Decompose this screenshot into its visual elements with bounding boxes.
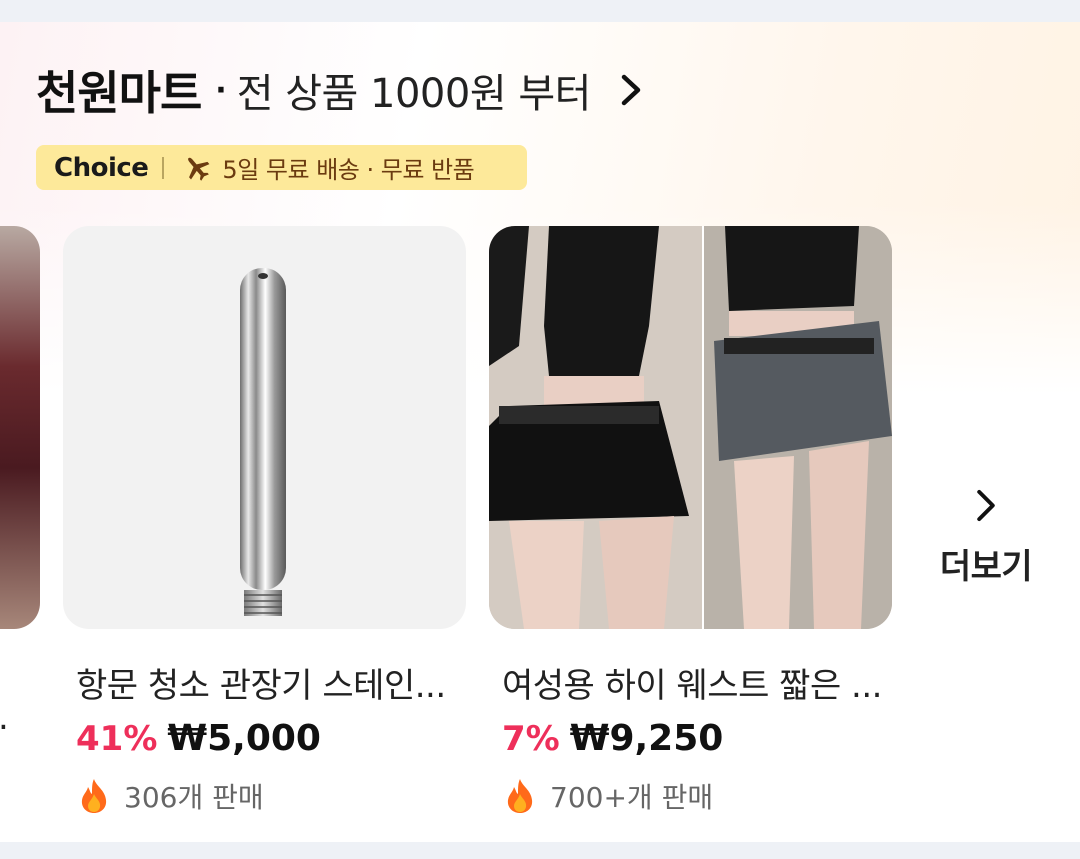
shipping-info-text: 5일 무료 배송 · 무료 반품 (222, 156, 475, 184)
price-row: 7% ₩9,250 (502, 718, 723, 759)
price-row: 41% ₩5,000 (76, 718, 321, 759)
product-image[interactable] (63, 226, 466, 629)
chevron-right-icon (977, 489, 995, 522)
sold-row: 700+개 판매 (504, 776, 713, 816)
more-button[interactable]: 더보기 (936, 488, 1036, 588)
product-name[interactable]: 항문 청소 관장기 스테인... (76, 658, 446, 707)
flame-icon (81, 779, 107, 813)
price: ₩5,000 (167, 718, 321, 759)
choice-shipping-badge: Choice 5일 무료 배송 · 무료 반품 (36, 145, 527, 190)
discount-percent: 7% (502, 719, 560, 759)
sold-count: 306개 판매 (124, 781, 264, 814)
section-header-link[interactable]: 천원마트 · 전 상품 1000원 부터 (36, 62, 645, 120)
airplane-icon (182, 153, 212, 183)
discount-percent: 41% (76, 719, 158, 759)
flame-icon (507, 779, 533, 813)
section-title: 천원마트 (36, 66, 202, 120)
partial-product-name: . (0, 698, 9, 738)
chevron-right-icon (619, 73, 645, 107)
section-subtitle: 전 상품 1000원 부터 (236, 71, 592, 117)
price: ₩9,250 (569, 718, 724, 759)
sold-row: 306개 판매 (78, 776, 264, 816)
badge-divider (162, 156, 165, 179)
product-image[interactable] (489, 226, 892, 629)
product-section-card: 천원마트 · 전 상품 1000원 부터 Choice 5일 무료 배송 · 무… (0, 22, 1080, 842)
title-separator: · (215, 72, 227, 108)
product-image-partial[interactable] (0, 226, 40, 629)
choice-brand-label: Choice (54, 152, 149, 183)
skirt-models-illustration (489, 226, 892, 629)
product-name[interactable]: 여성용 하이 웨스트 짧은 ... (502, 658, 882, 707)
sold-count: 700+개 판매 (550, 781, 714, 814)
stainless-tube-illustration (240, 268, 286, 616)
more-label: 더보기 (939, 547, 1033, 587)
